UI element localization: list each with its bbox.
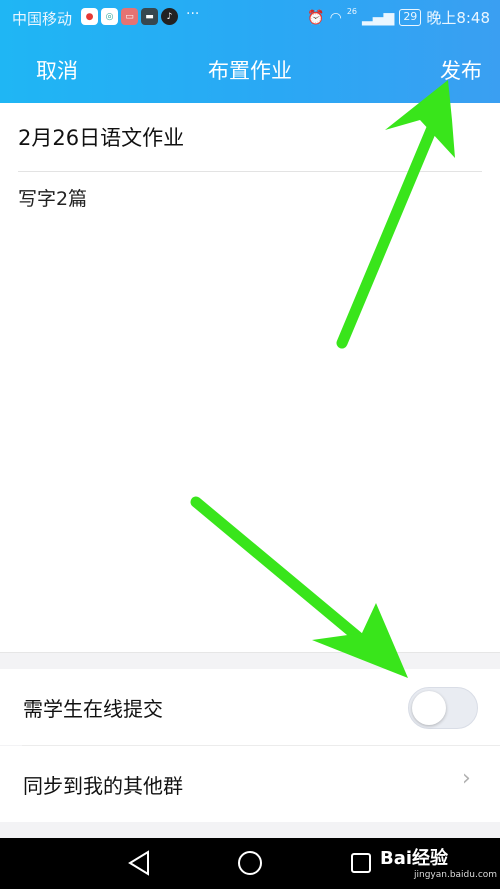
map-app-icon: ● — [81, 8, 98, 25]
homework-content-input[interactable]: 写字2篇 — [18, 184, 87, 211]
back-icon[interactable] — [127, 850, 151, 876]
home-icon[interactable] — [237, 850, 263, 876]
system-nav-bar: Bai经验 jingyan.baidu.com — [0, 838, 500, 889]
browser-app-icon: ◎ — [101, 8, 118, 25]
online-submit-label: 需学生在线提交 — [23, 697, 163, 721]
watermark-logo: Bai经验 — [380, 848, 449, 869]
sync-groups-row[interactable]: 同步到我的其他群 › — [0, 746, 500, 822]
network-type-label: 26 — [346, 7, 357, 16]
toggle-knob — [412, 691, 446, 725]
online-submit-row: 需学生在线提交 — [0, 669, 500, 745]
status-bar: 中国移动 ● ◎ ▭ ▬ ♪ ··· ⏰ ◠ 26 ▂▄▆ 29 晚上8:48 — [0, 0, 500, 34]
publish-button[interactable]: 发布 — [440, 55, 482, 85]
signal-icon: ▂▄▆ — [362, 9, 395, 26]
mail-app-icon: ▭ — [121, 8, 138, 25]
status-right: ⏰ ◠ 26 ▂▄▆ 29 晚上8:48 — [307, 7, 490, 28]
carrier-label: 中国移动 — [12, 10, 73, 28]
chevron-right-icon: › — [462, 766, 471, 791]
wifi-icon: ◠ — [329, 9, 342, 26]
tiktok-app-icon: ♪ — [161, 8, 178, 25]
battery-icon: 29 — [399, 9, 422, 26]
more-notifications-icon: ··· — [186, 6, 200, 22]
page-title: 布置作业 — [208, 59, 292, 83]
settings-section: 需学生在线提交 同步到我的其他群 › — [0, 652, 500, 838]
notification-icons: ● ◎ ▭ ▬ ♪ — [81, 8, 178, 25]
alarm-icon: ⏰ — [307, 9, 325, 26]
divider — [18, 171, 482, 172]
clock-label: 晚上8:48 — [426, 9, 490, 27]
arrow-to-publish — [336, 80, 455, 349]
message-app-icon: ▬ — [141, 8, 158, 25]
recent-apps-icon[interactable] — [350, 852, 372, 874]
watermark-url: jingyan.baidu.com — [414, 870, 498, 880]
online-submit-toggle[interactable] — [408, 687, 478, 729]
sync-groups-label: 同步到我的其他群 — [23, 774, 183, 798]
homework-title-input[interactable]: 2月26日语文作业 — [18, 122, 184, 152]
